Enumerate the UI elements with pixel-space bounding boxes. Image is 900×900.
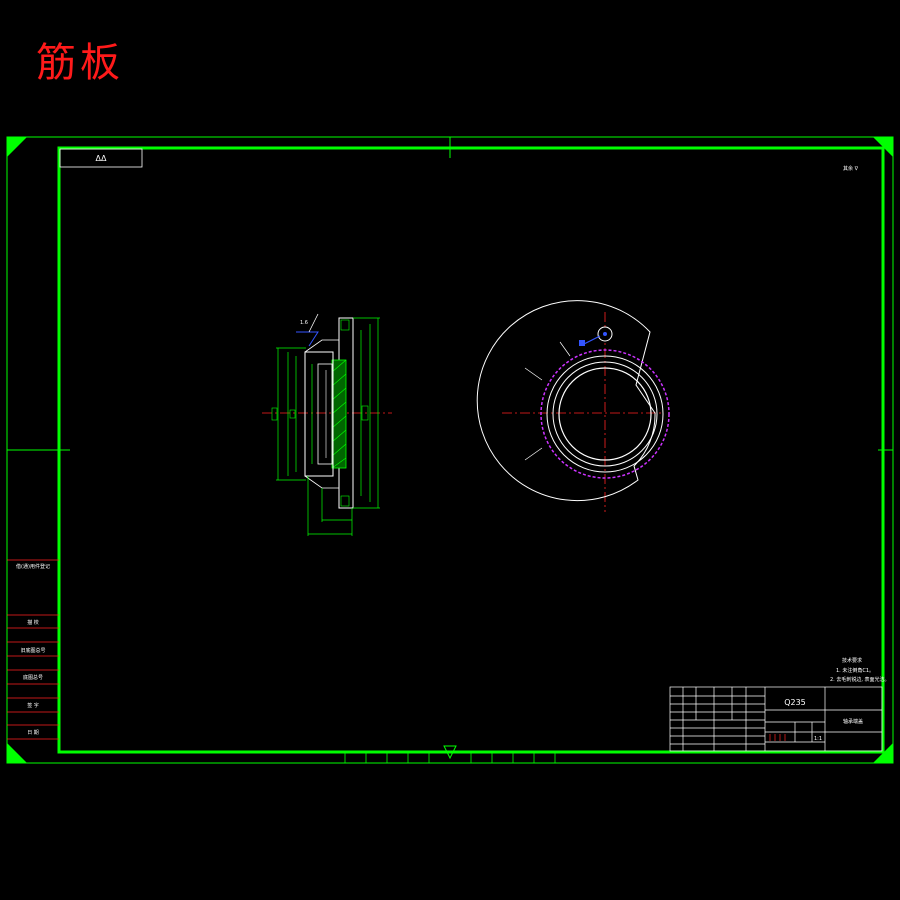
hub-body bbox=[304, 351, 334, 477]
section-view: 1.6 bbox=[262, 313, 392, 536]
side-label-1: 描 校 bbox=[27, 619, 39, 626]
roughness-note: 其余 ∇ bbox=[843, 165, 859, 172]
tech-note-1: 1. 未注倒角C1。 bbox=[836, 667, 874, 674]
hatched-section bbox=[331, 359, 347, 469]
material-code: Q235 bbox=[784, 698, 806, 707]
technical-notes: 技术要求 1. 未注倒角C1。 2. 去毛刺锐边, 表面光洁。 bbox=[830, 657, 890, 683]
side-label-0: 借(通)用件登记 bbox=[16, 563, 50, 570]
bore bbox=[317, 363, 333, 465]
outer-border bbox=[6, 136, 894, 764]
corner-mark-bl bbox=[7, 743, 27, 763]
side-label-5: 日 期 bbox=[27, 730, 39, 736]
title-block-marks bbox=[769, 734, 786, 741]
inner-border bbox=[57, 146, 885, 754]
side-label-4: 签 字 bbox=[27, 702, 39, 709]
leader-marker bbox=[579, 340, 585, 346]
plan-view bbox=[476, 300, 670, 512]
drawing-sheet: ΔΔ 其余 ∇ 借(通)用件登记 描 校 旧底图总号 底图总号 签 字 日 期 … bbox=[6, 136, 894, 764]
side-register: 借(通)用件登记 描 校 旧底图总号 底图总号 签 字 日 期 bbox=[7, 559, 59, 740]
tech-note-2: 2. 去毛刺锐边, 表面光洁。 bbox=[830, 676, 890, 683]
corner-mark-tl bbox=[7, 137, 27, 157]
leader-line bbox=[583, 335, 601, 345]
roughness-symbol bbox=[296, 331, 319, 347]
stamp-box-text: ΔΔ bbox=[96, 154, 107, 163]
roughness-value: 1.6 bbox=[300, 320, 308, 326]
dimension-lines bbox=[276, 317, 380, 536]
bolt-hole-center bbox=[603, 332, 607, 336]
tech-note-title: 技术要求 bbox=[842, 657, 862, 664]
side-label-3: 底图总号 bbox=[23, 674, 43, 681]
part-name: 轴承端盖 bbox=[843, 718, 863, 725]
ring-middle bbox=[552, 361, 658, 467]
side-label-2: 旧底图总号 bbox=[20, 647, 45, 654]
plate-outline bbox=[476, 300, 656, 502]
scale-value: 1:1 bbox=[814, 736, 822, 742]
